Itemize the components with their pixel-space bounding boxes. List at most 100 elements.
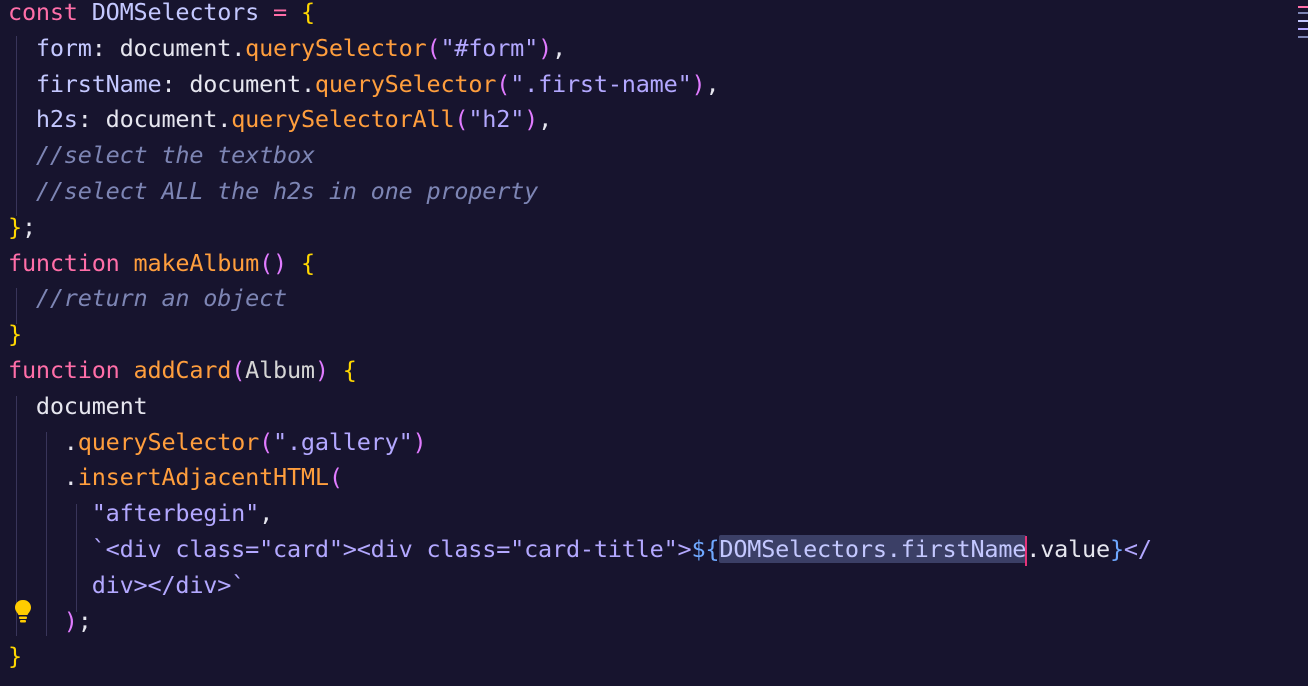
code-token: { — [300, 248, 315, 277]
code-line[interactable]: firstName: document.querySelector(".firs… — [0, 66, 720, 102]
code-token: : — [161, 69, 190, 98]
code-line[interactable]: //return an object — [0, 280, 287, 316]
code-token: </ — [1123, 535, 1152, 563]
code-token: } — [8, 642, 22, 671]
code-token: ) — [412, 427, 427, 456]
code-token: } — [8, 212, 22, 241]
code-token: "afterbegin" — [91, 499, 260, 528]
code-token: firstName — [35, 69, 162, 98]
code-token: //select the textbox — [35, 141, 315, 170]
code-token: function — [8, 248, 134, 277]
code-token: ; — [21, 212, 36, 241]
code-token: ) — [524, 105, 539, 134]
code-token: = — [273, 0, 301, 26]
code-token: { — [300, 0, 315, 26]
code-token: insertAdjacentHTML — [77, 463, 329, 492]
code-token: .value — [1026, 535, 1110, 563]
code-token: ( — [328, 463, 343, 492]
code-token: Album — [245, 356, 315, 384]
code-line[interactable]: `<div class="card"><div class="card-titl… — [0, 531, 1152, 567]
code-token: : — [77, 105, 106, 134]
code-token: `<div class="card"><div class="card-titl… — [91, 535, 692, 563]
code-token: //return an object — [35, 284, 287, 313]
code-token: ) — [538, 33, 553, 62]
code-token: ".first-name" — [510, 69, 692, 98]
code-token: ${ — [691, 535, 720, 563]
code-token: . — [63, 427, 78, 456]
code-line[interactable]: h2s: document.querySelectorAll("h2"), — [0, 101, 552, 137]
code-line[interactable]: function makeAlbum() { — [0, 245, 315, 281]
code-token: form — [35, 33, 92, 62]
code-line[interactable]: div></div>` — [0, 567, 246, 603]
code-line[interactable]: } — [0, 316, 22, 352]
code-token: ( — [496, 69, 511, 98]
lightbulb-icon[interactable] — [12, 598, 34, 626]
code-token: querySelectorAll — [231, 105, 455, 134]
code-line[interactable]: form: document.querySelector("#form"), — [0, 30, 566, 66]
code-token: "#form" — [440, 33, 539, 62]
code-editor[interactable]: const DOMSelectors = { form: document.qu… — [0, 0, 1308, 686]
code-token: () — [259, 248, 301, 277]
code-token: , — [552, 33, 566, 62]
code-token: function — [8, 356, 134, 384]
code-line[interactable]: .insertAdjacentHTML( — [0, 459, 343, 495]
code-line[interactable]: //select ALL the h2s in one property — [0, 173, 538, 209]
code-token: , — [705, 69, 720, 98]
code-token: document — [189, 69, 301, 98]
code-token: document — [35, 391, 148, 420]
code-token: querySelector — [314, 69, 497, 98]
code-line[interactable]: }; — [0, 209, 36, 245]
code-token: ) — [691, 69, 706, 98]
code-token: //select ALL the h2s in one property — [35, 177, 539, 205]
code-token: div></div>` — [91, 570, 246, 599]
code-token: { — [342, 356, 357, 384]
code-token: querySelector — [77, 427, 260, 456]
code-token: ( — [231, 356, 246, 384]
code-line[interactable]: "afterbegin", — [0, 495, 274, 531]
code-line[interactable]: .querySelector(".gallery") — [0, 424, 427, 460]
code-token: document — [105, 105, 218, 134]
code-line[interactable]: const DOMSelectors = { — [0, 0, 315, 30]
code-token: . — [300, 69, 315, 98]
code-line[interactable]: function addCard(Album) { — [0, 352, 357, 388]
code-token: } — [8, 320, 22, 349]
code-token: ) — [314, 356, 343, 384]
code-token: : — [91, 33, 120, 62]
code-token: const — [8, 0, 92, 26]
selected-text: DOMSelectors.firstName — [719, 535, 1027, 563]
code-token: , — [538, 105, 553, 134]
code-token: makeAlbum — [133, 248, 260, 277]
code-token: . — [217, 105, 232, 134]
code-token: ; — [77, 606, 92, 635]
code-token: , — [259, 499, 274, 528]
code-line[interactable]: } — [0, 638, 22, 674]
code-token: querySelector — [245, 33, 427, 62]
code-token: addCard — [133, 356, 232, 384]
code-line[interactable]: document — [0, 388, 148, 424]
code-token: "h2" — [468, 105, 525, 134]
code-token: . — [231, 33, 246, 62]
code-token: ) — [63, 606, 78, 635]
code-line[interactable]: //select the textbox — [0, 137, 315, 173]
scrollbar[interactable] — [1294, 0, 1308, 686]
code-token: ( — [454, 105, 469, 134]
code-token: . — [63, 463, 78, 492]
code-token: ( — [426, 33, 441, 62]
code-token: h2s — [35, 105, 78, 134]
code-token: document — [119, 33, 232, 62]
code-token: ( — [259, 427, 274, 456]
code-token: ".gallery" — [273, 427, 413, 456]
code-token: } — [1109, 535, 1124, 563]
